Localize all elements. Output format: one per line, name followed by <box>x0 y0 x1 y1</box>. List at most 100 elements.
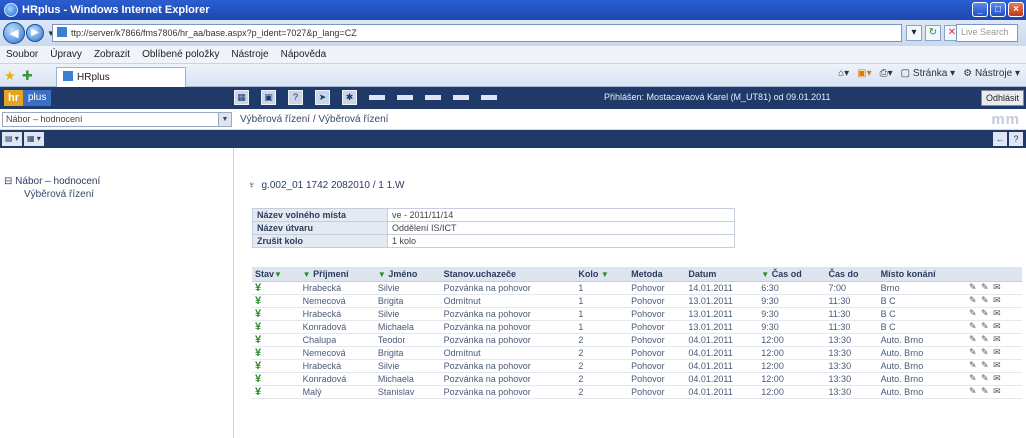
status-pin-icon: ¥ <box>252 320 300 334</box>
feeds-icon[interactable]: ▣▾ <box>857 68 871 79</box>
image-icon[interactable]: ▣ <box>261 90 276 105</box>
tree-node-root[interactable]: ⊟ Nábor – hodnocení <box>4 176 100 187</box>
actions-cell[interactable]: ✎ ✎ ✉ <box>966 320 1022 334</box>
menu-item-tools[interactable]: Nástroje <box>231 49 268 60</box>
url-dropdown-icon[interactable]: ▾ <box>906 25 922 41</box>
logout-button[interactable]: Odhlásit <box>980 90 1024 106</box>
print-icon[interactable]: ⎙▾ <box>880 68 893 79</box>
time-to-cell: 11:30 <box>825 320 878 334</box>
method-cell: Pohovor <box>628 346 686 360</box>
url-buttons: ▾ ↻ ✕ <box>906 25 960 41</box>
favorites-star-icon[interactable]: ★ <box>4 68 16 84</box>
toolbar-bar-icon[interactable] <box>481 95 497 100</box>
info-row: Zrušit kolo 1 kolo <box>252 234 735 248</box>
surname-cell: Konradová <box>299 320 375 334</box>
method-cell: Pohovor <box>628 372 686 386</box>
column-header-stanov[interactable]: Stanov.uchazeče <box>440 267 576 282</box>
actions-cell[interactable]: ✎ ✎ ✉ <box>966 359 1022 373</box>
time-from-cell: 12:00 <box>758 359 826 373</box>
module-select[interactable]: Nábor – hodnocení ▼ <box>2 112 232 127</box>
menu-item-file[interactable]: Soubor <box>6 49 38 60</box>
column-header-metoda[interactable]: Metoda <box>628 267 686 282</box>
firstname-cell: Michaela <box>374 320 441 334</box>
firstname-cell: Michaela <box>374 372 441 386</box>
table-row[interactable]: ¥ Hrabecká Silvie Pozvánka na pohovor 1 Pohov… <box>252 307 1022 321</box>
candidates-table: Stav▼ ▼ Příjmení ▼ Jméno Stanov.uchazeče… <box>252 267 1022 399</box>
table-row[interactable]: ¥ Malý Stanislav Pozvánka na pohovor 2 Pohovo… <box>252 385 1022 399</box>
table-row[interactable]: ¥ Konradová Michaela Pozvánka na pohovor 1 Po… <box>252 320 1022 334</box>
url-input[interactable]: ttp://server/k7866/fms7806/hr_aa/base.as… <box>52 24 902 42</box>
table-row[interactable]: ¥ Konradová Michaela Pozvánka na pohovor 2 Po… <box>252 372 1022 386</box>
tools-menu[interactable]: ⚙ Nástroje ▾ <box>963 68 1020 79</box>
help-icon[interactable]: ? <box>288 90 303 105</box>
grid-icon[interactable]: ▦ <box>234 90 249 105</box>
method-cell: Pohovor <box>628 307 686 321</box>
column-header-stav[interactable]: Stav▼ <box>252 267 300 282</box>
page-icon <box>63 71 73 81</box>
round-cell: 1 <box>575 320 629 334</box>
toolbar-bar-icon[interactable] <box>369 95 385 100</box>
toolbar-bar-icon[interactable] <box>425 95 441 100</box>
add-favorite-icon[interactable]: ✚ <box>22 68 33 84</box>
settings-icon[interactable]: ✱ <box>342 90 357 105</box>
maximize-button[interactable]: □ <box>990 2 1006 17</box>
export-dropdown-button[interactable]: ▤ ▾ <box>2 132 22 146</box>
tab-label: HRplus <box>77 72 110 83</box>
firstname-cell: Stanislav <box>374 385 441 399</box>
column-header-cas-do[interactable]: Čas do <box>825 267 878 282</box>
location-cell: Auto. Brno <box>877 346 966 360</box>
help-icon[interactable]: ? <box>1009 132 1023 146</box>
time-from-cell: 6:30 <box>758 281 826 295</box>
menu-item-help[interactable]: Nápověda <box>281 49 327 60</box>
column-header-prijmeni[interactable]: ▼ Příjmení <box>299 267 375 282</box>
back-button[interactable]: ◀ <box>3 22 25 44</box>
firstname-cell: Silvie <box>374 307 441 321</box>
close-button[interactable]: × <box>1008 2 1024 17</box>
info-value: 1 kolo <box>387 234 735 248</box>
info-label: Název útvaru <box>252 221 388 235</box>
toolbar-bar-icon[interactable] <box>397 95 413 100</box>
actions-cell[interactable]: ✎ ✎ ✉ <box>966 372 1022 386</box>
arrow-icon[interactable]: ➤ <box>315 90 330 105</box>
status-cell: Odmítnut <box>440 346 576 360</box>
method-cell: Pohovor <box>628 320 686 334</box>
table-row[interactable]: ¥ Hrabecká Silvie Pozvánka na pohovor 2 Pohov… <box>252 359 1022 373</box>
home-icon[interactable]: ⌂▾ <box>838 68 849 79</box>
time-to-cell: 11:30 <box>825 307 878 321</box>
actions-cell[interactable]: ✎ ✎ ✉ <box>966 333 1022 347</box>
search-input[interactable]: Live Search <box>956 24 1018 42</box>
toolbar-bar-icon[interactable] <box>453 95 469 100</box>
logo-plus: plus <box>23 90 52 106</box>
tab-hrplus[interactable]: HRplus <box>56 67 186 87</box>
actions-cell[interactable]: ✎ ✎ ✉ <box>966 385 1022 399</box>
column-header-misto[interactable]: Místo konání <box>877 267 966 282</box>
column-header-cas-od[interactable]: ▼ Čas od <box>758 267 826 282</box>
actions-cell[interactable]: ✎ ✎ ✉ <box>966 281 1022 295</box>
table-row[interactable]: ¥ Nemecová Brigita Odmítnut 1 Pohovor 13.01.20… <box>252 294 1022 308</box>
tree-node-child[interactable]: Výběrová řízení <box>24 189 94 200</box>
menu-item-view[interactable]: Zobrazit <box>94 49 130 60</box>
column-header-jmeno[interactable]: ▼ Jméno <box>374 267 441 282</box>
forward-button[interactable]: ▶ <box>26 24 44 42</box>
chevron-down-icon[interactable]: ▼ <box>218 113 231 126</box>
minimize-button[interactable]: _ <box>972 2 988 17</box>
actions-cell[interactable]: ✎ ✎ ✉ <box>966 346 1022 360</box>
view-dropdown-button[interactable]: ▦ ▾ <box>24 132 44 146</box>
surname-cell: Chalupa <box>299 333 375 347</box>
actions-cell[interactable]: ✎ ✎ ✉ <box>966 307 1022 321</box>
firstname-cell: Silvie <box>374 359 441 373</box>
menu-item-favorites[interactable]: Oblíbené položky <box>142 49 219 60</box>
table-row[interactable]: ¥ Hrabecká Silvie Pozvánka na pohovor 1 Pohov… <box>252 281 1022 295</box>
refresh-icon[interactable]: ↻ <box>925 25 941 41</box>
table-row[interactable]: ¥ Nemecová Brigita Odmítnut 2 Pohovor 04.01.20… <box>252 346 1022 360</box>
column-header-kolo[interactable]: Kolo ▼ <box>575 267 629 282</box>
back-arrow-icon[interactable]: ← <box>993 132 1007 146</box>
table-row[interactable]: ¥ Chalupa Teodor Pozvánka na pohovor 2 Pohovo… <box>252 333 1022 347</box>
column-header-datum[interactable]: Datum <box>685 267 759 282</box>
date-cell: 14.01.2011 <box>685 281 759 295</box>
info-label: Zrušit kolo <box>252 234 388 248</box>
sort-icon: ▼ <box>600 269 609 279</box>
menu-item-edit[interactable]: Úpravy <box>50 49 82 60</box>
page-menu[interactable]: ▢ Stránka ▾ <box>901 68 956 79</box>
actions-cell[interactable]: ✎ ✎ ✉ <box>966 294 1022 308</box>
